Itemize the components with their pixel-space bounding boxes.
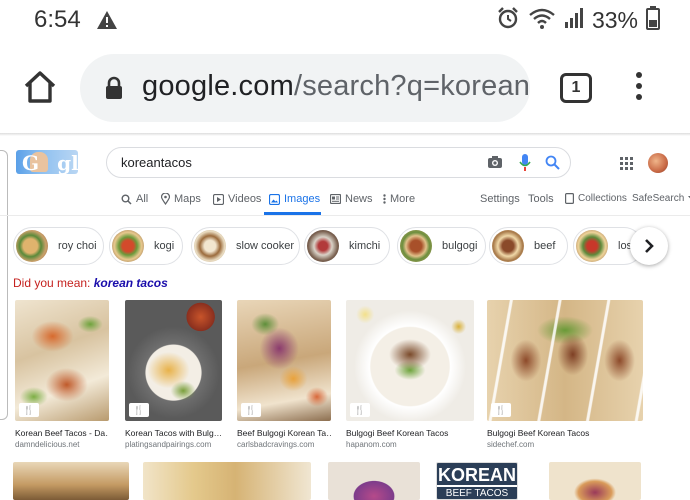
url-path: /search?q=koreanta — [293, 70, 530, 102]
result-title: Bulgogi Beef Korean Tacos — [346, 428, 449, 438]
search-icon — [121, 194, 132, 205]
url-text: google.com/search?q=koreanta — [142, 70, 530, 103]
google-doodle-logo[interactable]: Ggle — [16, 150, 91, 175]
play-icon — [213, 193, 224, 205]
did-you-mean-prefix: Did you mean: — [13, 276, 91, 290]
toolbar-divider — [0, 133, 690, 136]
search-nav-tabs: All Maps Videos Images News More Setting… — [0, 186, 690, 216]
result-source: hapanom.com — [346, 440, 397, 449]
status-bar: 6:54 33% — [0, 0, 690, 42]
result-title: Bulgogi Beef Korean Tacos — [487, 428, 590, 438]
battery-icon — [646, 6, 660, 35]
tab-news[interactable]: News — [330, 193, 373, 205]
tab-label: Maps — [174, 193, 201, 205]
result-title: Korean Beef Tacos - Da… — [15, 428, 109, 438]
result-image-text: KOREAN — [437, 463, 517, 485]
wifi-icon — [528, 7, 556, 34]
chip-label: slow cooker — [236, 240, 295, 252]
avatar[interactable] — [648, 153, 668, 173]
chips-next-button[interactable] — [630, 227, 668, 265]
chip-beef[interactable]: beef — [489, 227, 568, 265]
chip-label: bulgogi — [442, 240, 478, 252]
result-source: sidechef.com — [487, 440, 535, 449]
result-source: carlsbadcravings.com — [237, 440, 315, 449]
image-result[interactable] — [549, 462, 641, 500]
tab-more[interactable]: More — [383, 193, 415, 205]
address-bar[interactable]: google.com/search?q=koreanta — [80, 54, 530, 122]
result-title: Korean Tacos with Bulg… — [125, 428, 222, 438]
safesearch-toggle[interactable]: SafeSearch — [632, 193, 690, 204]
recipe-icon: 🍴 — [129, 403, 149, 417]
image-icon — [269, 193, 280, 205]
browser-toolbar: google.com/search?q=koreanta 1 — [0, 42, 690, 134]
chip-label: beef — [534, 240, 556, 252]
chip-kimchi[interactable]: kimchi — [304, 227, 390, 265]
search-icon[interactable] — [545, 155, 560, 175]
search-box[interactable]: koreantacos — [106, 147, 571, 178]
battery-percent: 33% — [591, 7, 638, 33]
url-host: google.com — [142, 70, 294, 102]
tab-label: More — [390, 193, 416, 205]
collections-link[interactable]: Collections — [565, 193, 627, 204]
result-thumbnail: 🍴 — [15, 300, 109, 421]
tab-maps[interactable]: Maps — [161, 193, 201, 205]
result-thumbnail: 🍴 — [125, 300, 222, 421]
mic-icon[interactable] — [519, 154, 531, 177]
chip-label: roy choi — [58, 240, 97, 252]
tab-label: All — [136, 193, 149, 205]
alarm-icon — [496, 6, 520, 35]
status-time: 6:54 — [34, 6, 81, 33]
chip-label: kimchi — [349, 240, 381, 252]
nav-divider — [0, 215, 690, 216]
result-thumbnail: 🍴 — [237, 300, 331, 421]
tab-label: News — [345, 193, 373, 205]
tab-label: Images — [284, 193, 321, 205]
image-result[interactable] — [143, 462, 311, 500]
tab-switcher-button[interactable]: 1 — [560, 73, 592, 103]
collections-label: Collections — [578, 193, 627, 204]
settings-link[interactable]: Settings — [480, 193, 520, 205]
recipe-icon: 🍴 — [350, 403, 370, 417]
tab-label: Videos — [228, 193, 262, 205]
bookmark-icon — [565, 193, 574, 204]
apps-grid-icon[interactable] — [620, 157, 633, 170]
chip-bulgogi[interactable]: bulgogi — [397, 227, 486, 265]
chip-label: kogi — [154, 240, 175, 252]
lock-icon — [104, 76, 124, 105]
tab-all[interactable]: All — [121, 193, 148, 205]
signal-icon — [564, 7, 584, 34]
image-result[interactable] — [328, 462, 420, 500]
result-source: damndelicious.net — [15, 440, 80, 449]
safesearch-label: SafeSearch — [632, 193, 685, 204]
camera-icon[interactable] — [487, 155, 503, 174]
tools-link[interactable]: Tools — [528, 193, 554, 205]
recipe-icon: 🍴 — [491, 403, 511, 417]
chip-slow-cooker[interactable]: slow cooker — [191, 227, 300, 265]
map-pin-icon — [161, 193, 170, 205]
chevron-right-icon — [645, 239, 654, 253]
spelling-suggestion-link[interactable]: korean tacos — [94, 276, 168, 290]
tab-videos[interactable]: Videos — [213, 193, 261, 205]
image-result[interactable] — [13, 462, 129, 500]
chip-roy-choi[interactable]: roy choi — [13, 227, 104, 265]
home-icon[interactable] — [22, 70, 58, 109]
news-icon — [330, 194, 341, 204]
tab-images[interactable]: Images — [269, 193, 320, 205]
did-you-mean: Did you mean: korean tacos — [13, 276, 168, 290]
result-thumbnail: 🍴 — [346, 300, 474, 421]
image-result[interactable]: KOREAN BEEF TACOS — [436, 462, 518, 500]
result-source: platingsandpairings.com — [125, 440, 212, 449]
chip-kogi[interactable]: kogi — [109, 227, 183, 265]
more-menu-icon[interactable] — [636, 72, 644, 105]
recipe-icon: 🍴 — [19, 403, 39, 417]
result-title: Beef Bulgogi Korean Ta… — [237, 428, 331, 438]
more-vert-icon — [383, 194, 386, 204]
result-thumbnail: 🍴 — [487, 300, 643, 421]
recipe-icon: 🍴 — [241, 403, 261, 417]
result-image-text: BEEF TACOS — [437, 485, 517, 499]
search-input[interactable]: koreantacos — [121, 155, 192, 170]
warning-icon — [96, 10, 118, 35]
